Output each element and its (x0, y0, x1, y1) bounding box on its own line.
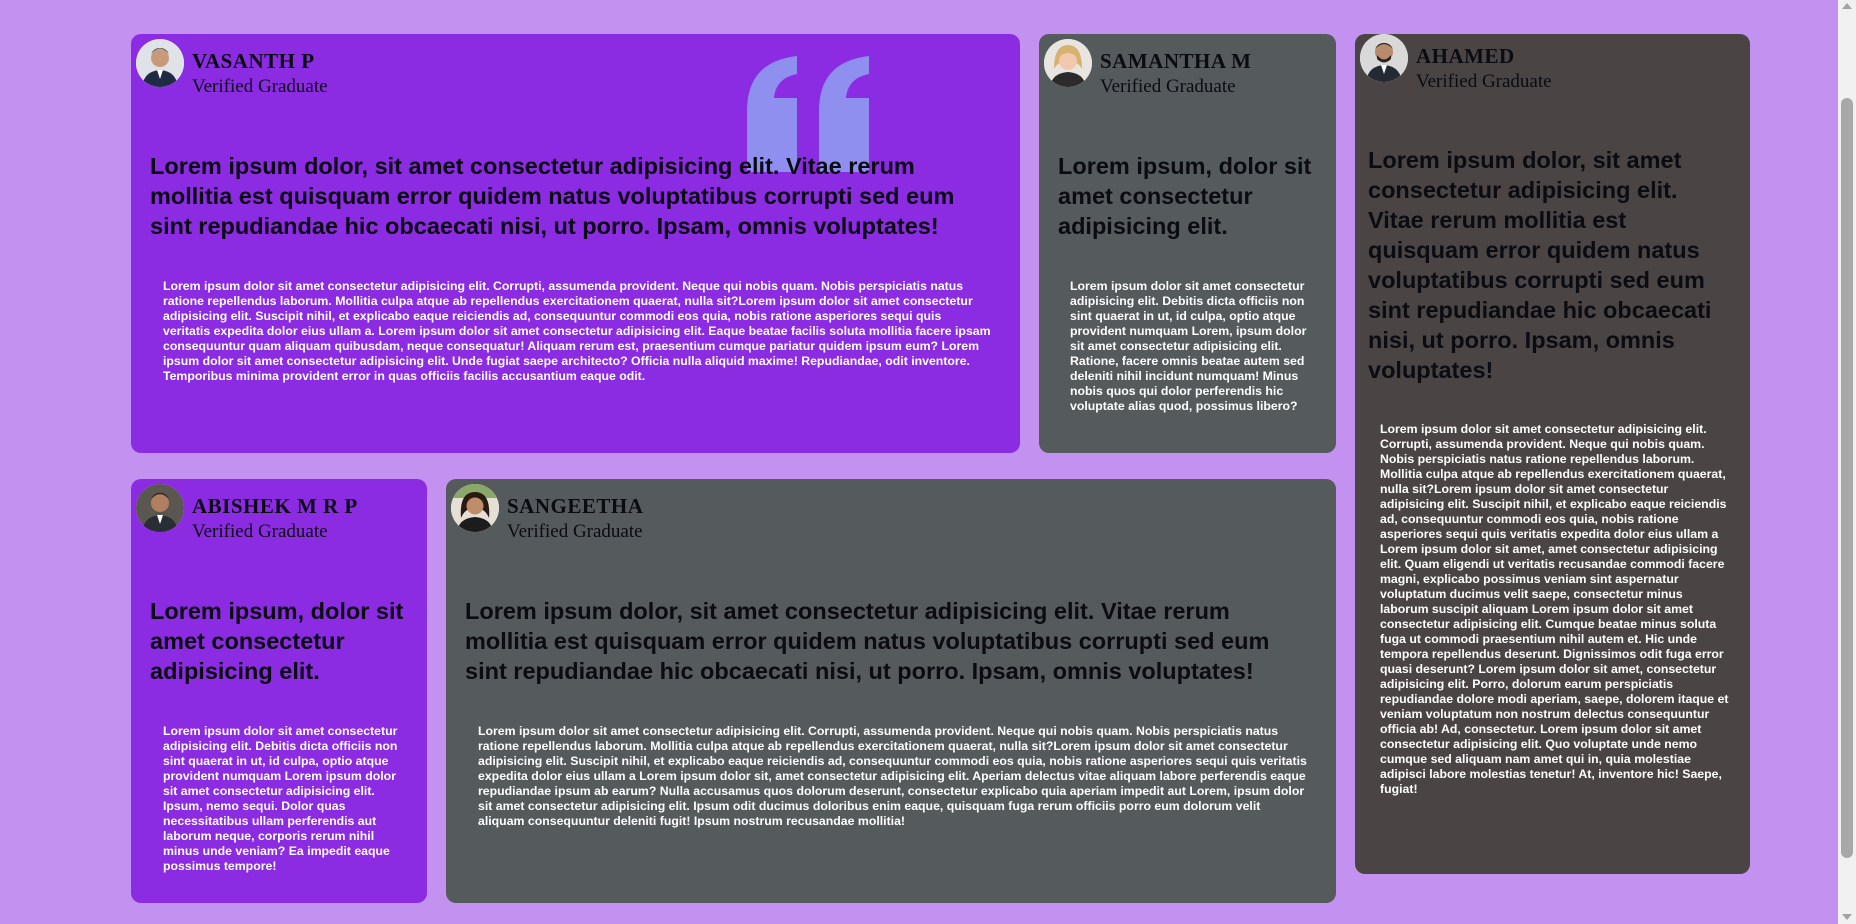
scrollbar-thumb[interactable] (1841, 98, 1853, 858)
scroll-up-arrow-icon[interactable] (1842, 3, 1852, 9)
testimonial-body: Lorem ipsum dolor sit amet consectetur a… (163, 724, 398, 873)
avatar (1360, 34, 1408, 82)
testimonial-body: Lorem ipsum dolor sit amet consectetur a… (478, 724, 1307, 828)
testimonial-card-samantha: SAMANTHA M Verified Graduate Lorem ipsum… (1039, 34, 1336, 453)
testimonial-quote: Lorem ipsum, dolor sit amet consectetur … (1058, 153, 1312, 239)
graduate-role: Verified Graduate (192, 76, 328, 97)
testimonial-card-sangeetha: SANGEETHA Verified Graduate Lorem ipsum … (446, 479, 1336, 903)
graduate-role: Verified Graduate (192, 521, 328, 542)
testimonial-card-vasanth: VASANTH P Verified Graduate Lorem ipsum … (131, 34, 1020, 453)
testimonial-card-abishek: ABISHEK M R P Verified Graduate Lorem ip… (131, 479, 427, 903)
testimonial-quote: Lorem ipsum, dolor sit amet consectetur … (150, 598, 404, 684)
testimonial-card-ahamed: AHAMED Verified Graduate Lorem ipsum dol… (1355, 34, 1750, 874)
testimonial-quote: Lorem ipsum dolor, sit amet consectetur … (1368, 147, 1712, 383)
testimonial-quote: Lorem ipsum dolor, sit amet consectetur … (150, 153, 955, 239)
scroll-down-arrow-icon[interactable] (1842, 914, 1852, 920)
graduate-name: ABISHEK M R P (192, 494, 358, 518)
graduate-role: Verified Graduate (1416, 71, 1552, 92)
graduate-name: VASANTH P (192, 49, 315, 73)
testimonial-body: Lorem ipsum dolor sit amet consectetur a… (163, 279, 991, 383)
graduate-name: AHAMED (1416, 44, 1515, 68)
testimonials-page: VASANTH P Verified Graduate Lorem ipsum … (0, 0, 1838, 924)
avatar (1044, 39, 1092, 87)
testimonial-body: Lorem ipsum dolor sit amet consectetur a… (1380, 422, 1729, 796)
graduate-name: SANGEETHA (507, 494, 644, 518)
graduate-name: SAMANTHA M (1100, 49, 1252, 73)
avatar (136, 484, 184, 532)
avatar (136, 39, 184, 87)
graduate-role: Verified Graduate (1100, 76, 1236, 97)
graduate-role: Verified Graduate (507, 521, 643, 542)
page-scrollbar[interactable] (1838, 0, 1856, 924)
testimonial-body: Lorem ipsum dolor sit amet consectetur a… (1070, 279, 1307, 413)
avatar (451, 484, 499, 532)
testimonial-quote: Lorem ipsum dolor, sit amet consectetur … (465, 598, 1270, 684)
